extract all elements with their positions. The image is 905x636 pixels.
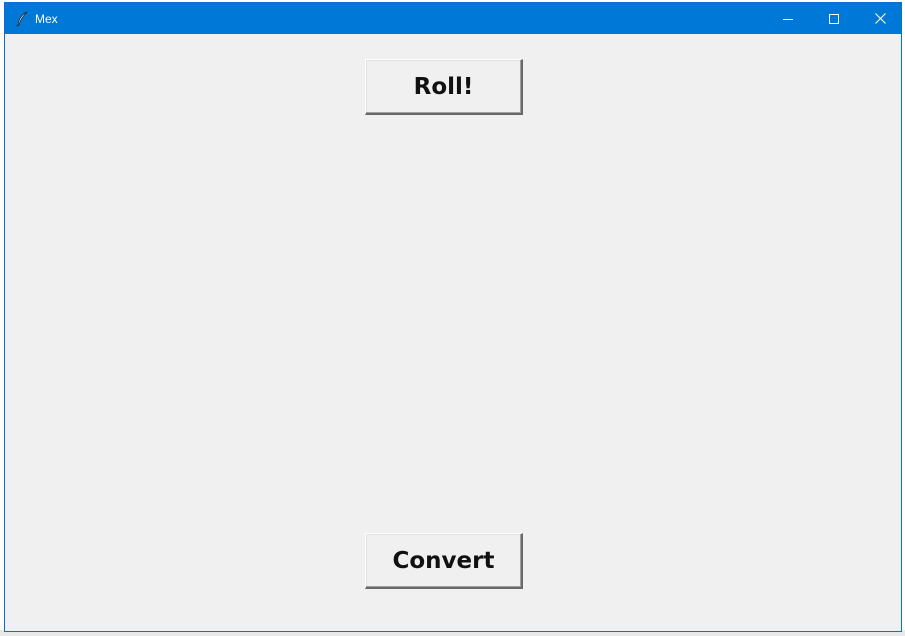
maximize-icon [829, 9, 839, 28]
convert-button[interactable]: Convert [365, 533, 523, 589]
roll-button[interactable]: Roll! [365, 59, 523, 115]
app-window: Mex Roll! Convert [4, 2, 902, 632]
feather-icon [15, 11, 29, 27]
title-bar[interactable]: Mex [5, 3, 901, 34]
window-title: Mex [35, 12, 58, 26]
close-button[interactable] [857, 3, 903, 34]
close-icon [874, 9, 886, 28]
window-content: Roll! Convert [5, 34, 901, 631]
minimize-button[interactable] [765, 3, 811, 34]
minimize-icon [783, 9, 793, 28]
maximize-button[interactable] [811, 3, 857, 34]
